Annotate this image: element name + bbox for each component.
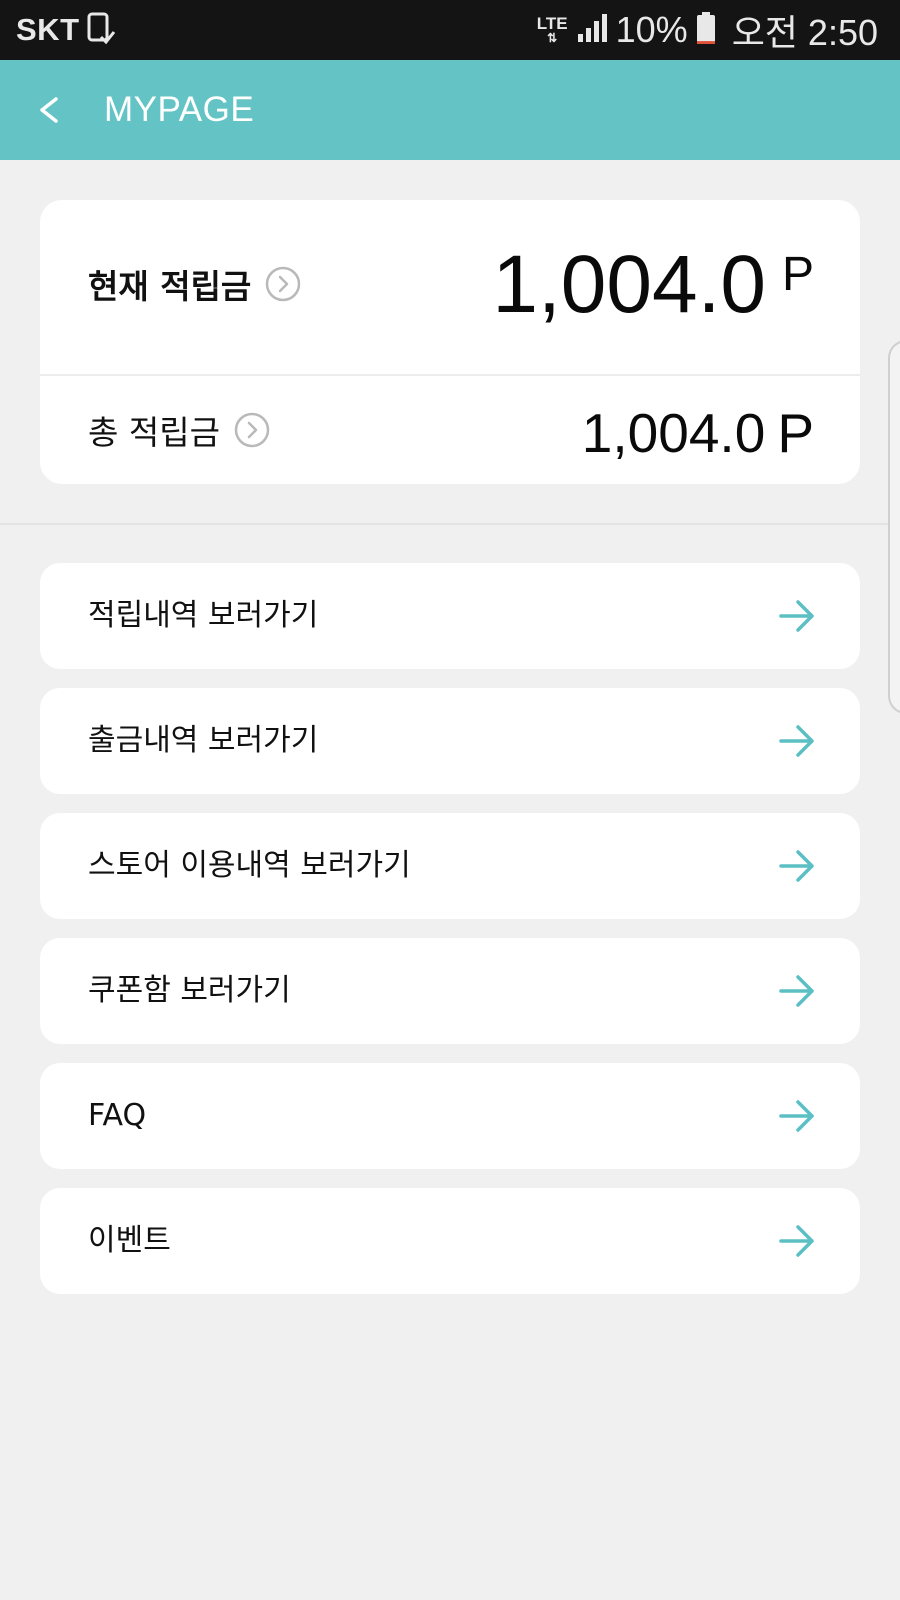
page-title: MYPAGE bbox=[104, 90, 255, 129]
status-left: SKT bbox=[16, 0, 116, 60]
current-balance-amount: 1,004.0 bbox=[492, 239, 766, 330]
menu-item-coupon-box[interactable]: 쿠폰함 보러가기 bbox=[40, 938, 860, 1044]
menu-item-label: FAQ bbox=[88, 1098, 147, 1133]
arrow-right-icon bbox=[779, 725, 814, 757]
device-check-icon bbox=[86, 11, 116, 49]
current-balance-label-group: 현재 적립금 bbox=[88, 260, 301, 308]
clock: 오전 2:50 bbox=[731, 12, 878, 53]
arrow-right-icon bbox=[779, 1225, 814, 1257]
total-balance-row: 총 적립금 1,004.0 P bbox=[40, 376, 860, 484]
menu-item-faq[interactable]: FAQ bbox=[40, 1063, 860, 1169]
menu-item-earning-history[interactable]: 적립내역 보러가기 bbox=[40, 563, 860, 669]
chevron-circle-icon[interactable] bbox=[265, 266, 301, 302]
current-balance-unit: P bbox=[781, 248, 814, 301]
current-balance-value: 1,004.0 P bbox=[492, 240, 814, 330]
data-arrows-icon: ⇅ bbox=[547, 31, 558, 45]
menu-item-label: 쿠폰함 보러가기 bbox=[88, 973, 291, 1008]
back-chevron-icon bbox=[40, 97, 58, 123]
network-type: LTE ⇅ bbox=[537, 15, 568, 45]
balance-card: 현재 적립금 1,004.0 P 총 적립금 1,004.0 P bbox=[40, 200, 860, 484]
arrow-right-icon bbox=[779, 600, 814, 632]
menu-item-label: 출금내역 보러가기 bbox=[88, 723, 319, 758]
section-divider bbox=[0, 523, 900, 525]
arrow-right-icon bbox=[779, 975, 814, 1007]
back-button[interactable] bbox=[36, 82, 92, 138]
status-right: LTE ⇅ 10% 오전 2:50 bbox=[537, 0, 878, 60]
current-balance-row: 현재 적립금 1,004.0 P bbox=[40, 200, 860, 376]
signal-icon bbox=[576, 12, 608, 48]
menu-item-withdrawal-history[interactable]: 출금내역 보러가기 bbox=[40, 688, 860, 794]
arrow-right-icon bbox=[779, 1100, 814, 1132]
current-balance-label: 현재 적립금 bbox=[88, 267, 252, 306]
total-balance-label: 총 적립금 bbox=[88, 413, 220, 452]
carrier-name: SKT bbox=[16, 12, 80, 47]
chevron-circle-icon[interactable] bbox=[234, 412, 270, 448]
arrow-right-icon bbox=[779, 850, 814, 882]
edge-panel-handle[interactable] bbox=[888, 340, 900, 714]
menu-item-event[interactable]: 이벤트 bbox=[40, 1188, 860, 1294]
total-balance-unit: P bbox=[777, 402, 814, 464]
menu-item-label: 적립내역 보러가기 bbox=[88, 598, 319, 633]
status-bar: SKT LTE ⇅ 10% 오전 2:50 bbox=[0, 0, 900, 60]
battery-percent: 10% bbox=[615, 9, 688, 50]
total-balance-label-group: 총 적립금 bbox=[88, 406, 270, 454]
total-balance-value: 1,004.0 P bbox=[582, 402, 814, 464]
total-balance-amount: 1,004.0 bbox=[581, 402, 766, 464]
menu-item-store-history[interactable]: 스토어 이용내역 보러가기 bbox=[40, 813, 860, 919]
menu-item-label: 스토어 이용내역 보러가기 bbox=[88, 848, 411, 883]
battery-low-icon bbox=[696, 11, 716, 49]
menu-item-label: 이벤트 bbox=[88, 1223, 171, 1258]
app-bar: MYPAGE bbox=[0, 60, 900, 160]
